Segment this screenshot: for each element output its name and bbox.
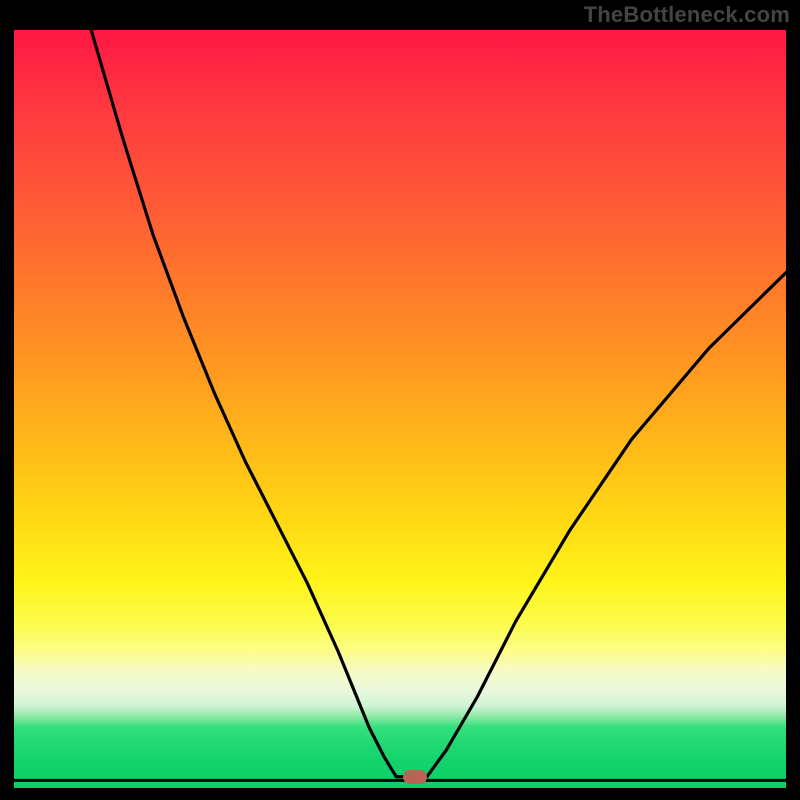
plot-inner <box>14 30 786 788</box>
curve-path <box>91 30 786 777</box>
optimum-marker <box>403 770 427 784</box>
attribution-text: TheBottleneck.com <box>584 2 790 28</box>
plot-area <box>14 30 786 788</box>
curve-svg <box>14 30 786 788</box>
chart-frame: TheBottleneck.com <box>0 0 800 800</box>
